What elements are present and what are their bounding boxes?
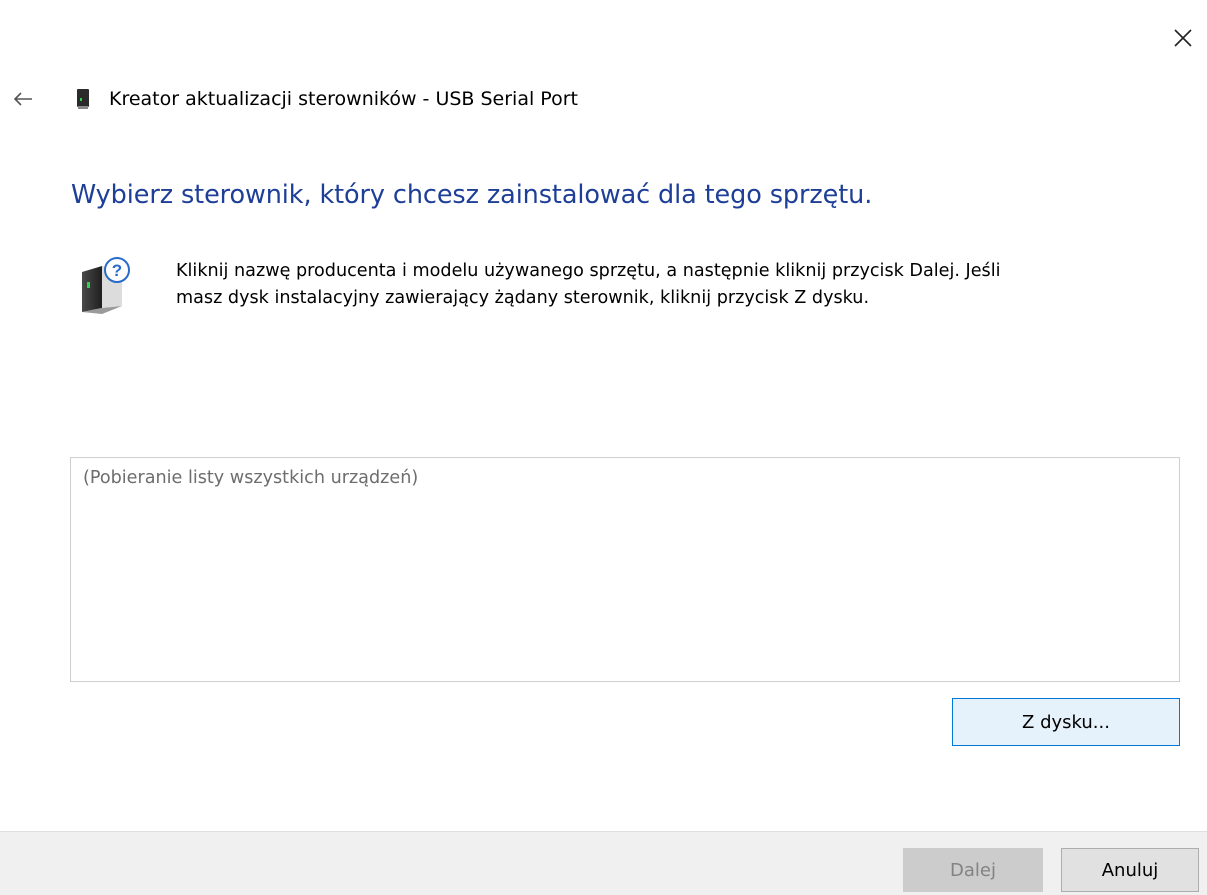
- next-button[interactable]: Dalej: [903, 848, 1043, 892]
- page-heading: Wybierz sterownik, który chcesz zainstal…: [71, 180, 873, 210]
- svg-text:?: ?: [112, 261, 122, 280]
- cancel-button[interactable]: Anuluj: [1061, 848, 1199, 892]
- back-arrow-icon: [13, 92, 32, 106]
- window-title: Kreator aktualizacji sterowników - USB S…: [109, 88, 578, 110]
- window-title-bar: Kreator aktualizacji sterowników - USB S…: [76, 86, 578, 112]
- device-question-icon: ?: [82, 257, 130, 314]
- have-disk-button[interactable]: Z dysku...: [952, 698, 1180, 746]
- instructions-line-2: masz dysk instalacyjny zawierający żądan…: [176, 288, 870, 308]
- close-icon: [1174, 29, 1192, 47]
- instructions-line-1: Kliknij nazwę producenta i modelu używan…: [176, 261, 1001, 281]
- instructions-text: Kliknij nazwę producenta i modelu używan…: [176, 258, 1176, 312]
- back-button[interactable]: [8, 86, 38, 112]
- usb-device-icon: [77, 89, 89, 109]
- device-list[interactable]: (Pobieranie listy wszystkich urządzeń): [70, 457, 1180, 682]
- close-button[interactable]: [1168, 24, 1198, 52]
- list-loading-text: (Pobieranie listy wszystkich urządzeń): [83, 468, 419, 488]
